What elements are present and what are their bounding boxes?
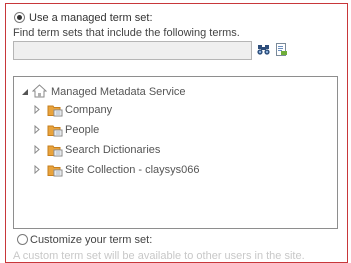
term-group-icon [47, 143, 63, 157]
customize-term-set-label[interactable]: Customize your term set: [30, 234, 152, 246]
tree-node-label[interactable]: Site Collection - claysys066 [65, 164, 200, 176]
managed-term-set-radio[interactable] [14, 12, 25, 23]
home-icon [31, 84, 48, 101]
expanded-arrow-icon[interactable] [21, 87, 29, 99]
tree-node-label[interactable]: People [65, 124, 99, 136]
tree-node-label[interactable]: Managed Metadata Service [51, 86, 186, 98]
collapsed-arrow-icon[interactable] [34, 124, 40, 137]
term-group-icon [47, 163, 63, 177]
term-group-icon [47, 123, 63, 137]
tree-node-label[interactable]: Search Dictionaries [65, 144, 160, 156]
tree-node-search-dictionaries[interactable]: Search Dictionaries [18, 142, 318, 158]
tree-node-managed-metadata-service[interactable]: Managed Metadata Service [18, 84, 318, 100]
term-store-tree[interactable]: Managed Metadata Service Company People … [13, 76, 338, 229]
collapsed-arrow-icon[interactable] [34, 104, 40, 117]
managed-term-set-label[interactable]: Use a managed term set: [29, 12, 153, 24]
collapsed-arrow-icon[interactable] [34, 144, 40, 157]
term-search-input[interactable] [13, 41, 252, 60]
custom-term-set-description: A custom term set will be available to o… [13, 250, 305, 262]
tree-node-people[interactable]: People [18, 122, 318, 138]
tree-node-site-collection[interactable]: Site Collection - claysys066 [18, 162, 318, 178]
find-term-sets-instruction: Find term sets that include the followin… [13, 27, 240, 39]
tree-node-label[interactable]: Company [65, 104, 112, 116]
term-group-icon [47, 103, 63, 117]
term-browse-icon[interactable] [275, 43, 288, 56]
tree-node-company[interactable]: Company [18, 102, 318, 118]
customize-term-set-radio[interactable] [17, 234, 28, 245]
collapsed-arrow-icon[interactable] [34, 164, 40, 177]
binoculars-icon[interactable] [257, 43, 270, 56]
